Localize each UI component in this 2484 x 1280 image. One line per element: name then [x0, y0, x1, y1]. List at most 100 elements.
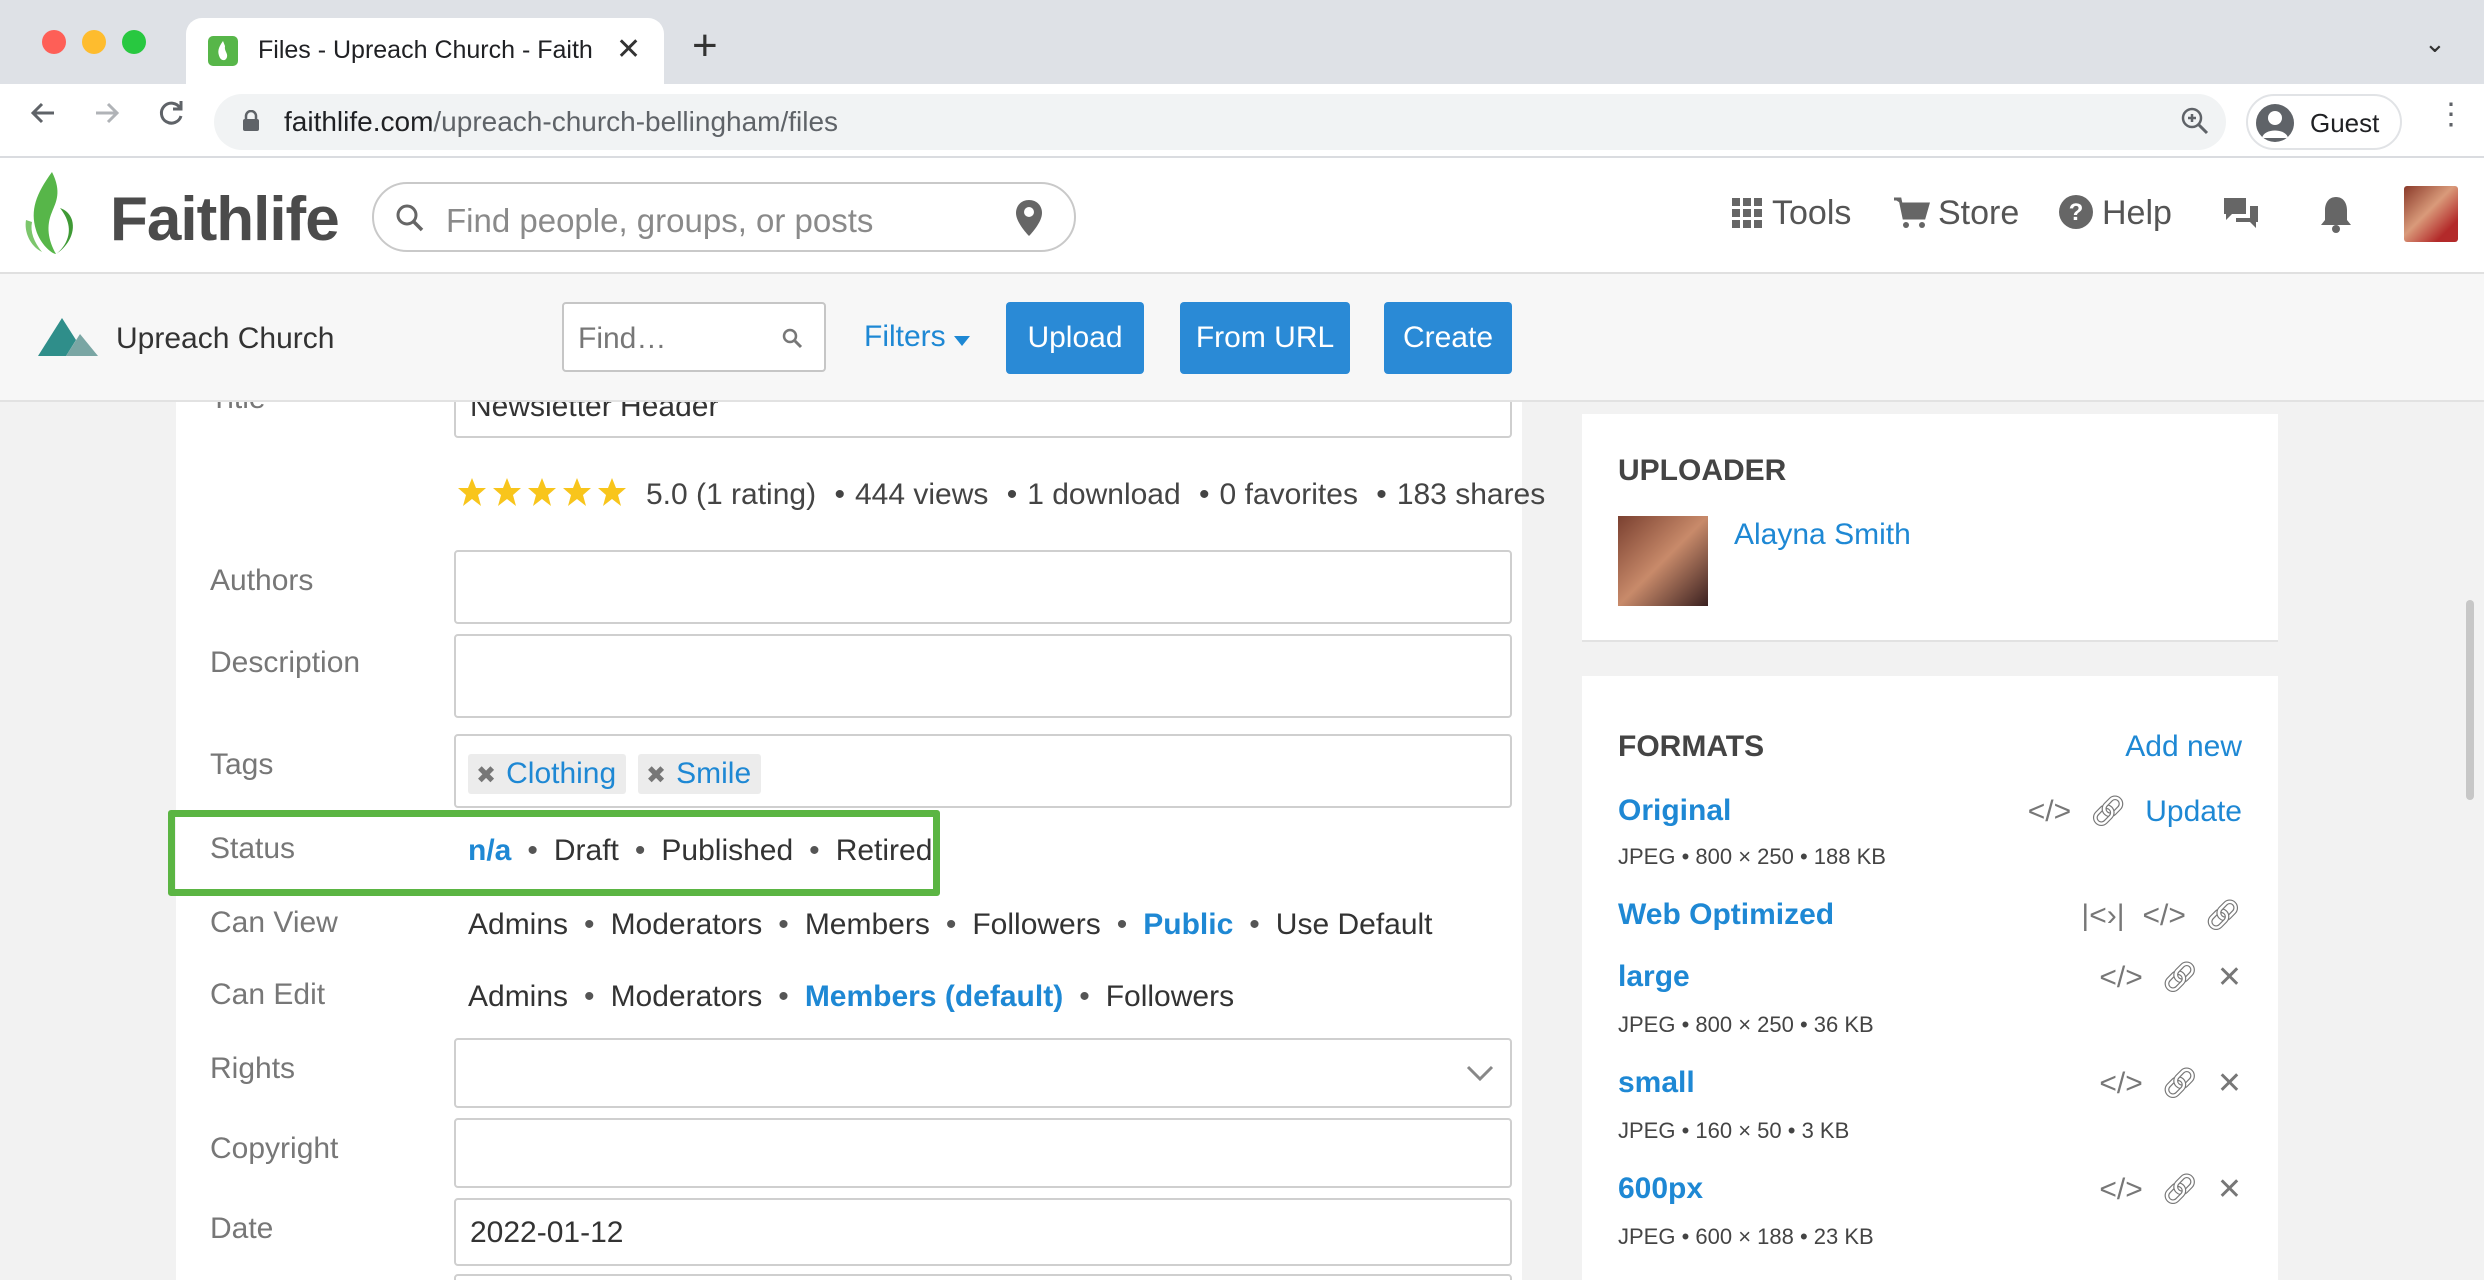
format-actions: </> 🔗︎ ✕ — [2081, 1172, 2242, 1207]
format-name[interactable]: Original — [1618, 794, 1731, 828]
can-edit-label: Can Edit — [210, 978, 326, 1011]
can-view-option-admins[interactable]: Admins — [468, 908, 568, 941]
format-meta: JPEG • 600 × 188 • 23 KB — [1618, 1224, 1874, 1249]
date-label: Date — [210, 1212, 274, 1245]
user-avatar[interactable] — [2404, 186, 2458, 242]
browser-menu-icon[interactable]: ⋮ — [2436, 100, 2466, 130]
link-icon[interactable]: 🔗︎ — [2161, 1067, 2199, 1100]
copyright-field[interactable] — [454, 1118, 1512, 1188]
date-value: 2022-01-12 — [470, 1216, 624, 1249]
next-field[interactable] — [454, 1274, 1512, 1280]
tools-menu[interactable]: Tools — [1730, 194, 1851, 238]
create-button[interactable]: Create — [1384, 302, 1512, 374]
store-menu[interactable]: Store — [1892, 194, 2019, 238]
tags-label: Tags — [210, 748, 274, 781]
can-view-option-members[interactable]: Members — [805, 908, 930, 941]
uploader-avatar[interactable] — [1618, 516, 1708, 606]
format-name[interactable]: small — [1618, 1066, 1695, 1100]
caret-down-icon — [954, 336, 971, 346]
delete-format-icon[interactable]: ✕ — [2217, 1173, 2242, 1206]
from-url-button[interactable]: From URL — [1180, 302, 1350, 374]
filters-dropdown[interactable]: Filters — [864, 320, 971, 354]
embed-responsive-icon[interactable]: |<›| — [2081, 899, 2124, 932]
can-edit-option-followers[interactable]: Followers — [1106, 980, 1234, 1013]
status-highlight-box — [168, 810, 940, 896]
church-name[interactable]: Upreach Church — [116, 322, 334, 356]
forward-arrow-icon[interactable] — [90, 96, 124, 136]
tag-label: Smile — [676, 757, 752, 790]
help-menu[interactable]: ? Help — [2058, 194, 2172, 238]
downloads-count: 1 download — [1027, 478, 1181, 511]
can-view-option-moderators[interactable]: Moderators — [611, 908, 763, 941]
can-edit-option-admins[interactable]: Admins — [468, 980, 568, 1013]
zoom-icon[interactable] — [2178, 104, 2212, 143]
minimize-window-button[interactable] — [82, 30, 106, 54]
link-icon[interactable]: 🔗︎ — [2161, 1173, 2199, 1206]
can-edit-option-members[interactable]: Members (default) — [805, 980, 1063, 1013]
views-count: 444 views — [854, 478, 989, 511]
format-name[interactable]: Web Optimized — [1618, 898, 1834, 932]
uploader-name[interactable]: Alayna Smith — [1734, 518, 1911, 552]
format-name[interactable]: large — [1618, 960, 1690, 994]
global-search[interactable] — [372, 182, 1076, 252]
reload-icon[interactable] — [154, 96, 188, 136]
help-label: Help — [2102, 194, 2172, 232]
copyright-label: Copyright — [210, 1132, 339, 1165]
remove-tag-icon[interactable]: ✖ — [476, 762, 496, 789]
profile-button[interactable]: Guest — [2246, 94, 2402, 150]
embed-code-icon[interactable]: </> — [2028, 795, 2071, 828]
can-view-option-public[interactable]: Public — [1143, 908, 1233, 941]
embed-code-icon[interactable]: </> — [2143, 899, 2186, 932]
upload-button[interactable]: Upload — [1006, 302, 1144, 374]
close-window-button[interactable] — [42, 30, 66, 54]
remove-tag-icon[interactable]: ✖ — [646, 762, 666, 789]
uploader-card: UPLOADER Alayna Smith — [1582, 414, 2278, 642]
svg-text:?: ? — [2069, 199, 2084, 226]
messages-button[interactable] — [2220, 194, 2270, 238]
link-icon[interactable]: 🔗︎ — [2089, 795, 2127, 828]
browser-tab-bar: Files - Upreach Church - Faithlife ✕ + ⌄ — [0, 0, 2484, 84]
authors-field[interactable] — [454, 550, 1512, 624]
tab-search-chevron-icon[interactable]: ⌄ — [2424, 28, 2446, 59]
embed-code-icon[interactable]: </> — [2099, 1173, 2142, 1206]
embed-code-icon[interactable]: </> — [2099, 961, 2142, 994]
location-pin-icon[interactable] — [1014, 198, 1044, 238]
back-arrow-icon[interactable] — [26, 96, 60, 136]
description-label: Description — [210, 646, 361, 679]
rights-label: Rights — [210, 1052, 296, 1085]
format-name[interactable]: 600px — [1618, 1172, 1703, 1206]
embed-code-icon[interactable]: </> — [2099, 1067, 2142, 1100]
can-view-option-followers[interactable]: Followers — [972, 908, 1100, 941]
date-field[interactable]: 2022-01-12 — [454, 1198, 1512, 1266]
global-search-input[interactable] — [446, 202, 1006, 240]
address-bar[interactable]: faithlife.com/upreach-church-bellingham/… — [214, 94, 2226, 150]
link-icon[interactable]: 🔗︎ — [2161, 961, 2199, 994]
format-meta: JPEG • 800 × 250 • 36 KB — [1618, 1012, 1874, 1037]
page-scrollbar[interactable] — [2466, 600, 2474, 800]
rights-select[interactable] — [454, 1038, 1512, 1108]
title-row: Title Newsletter Header — [176, 402, 1522, 438]
add-new-format-link[interactable]: Add new — [2125, 730, 2242, 764]
description-field[interactable] — [454, 634, 1512, 718]
update-format-link[interactable]: Update — [2145, 795, 2242, 828]
title-field[interactable]: Newsletter Header — [454, 402, 1512, 438]
tag-chip[interactable]: ✖ Smile — [638, 754, 762, 794]
uploader-heading: UPLOADER — [1618, 454, 1787, 487]
can-edit-option-moderators[interactable]: Moderators — [611, 980, 763, 1013]
tag-chip[interactable]: ✖ Clothing — [468, 754, 627, 794]
link-icon[interactable]: 🔗︎ — [2204, 899, 2242, 932]
faithlife-logo[interactable]: Faithlife — [22, 168, 340, 265]
delete-format-icon[interactable]: ✕ — [2217, 1067, 2242, 1100]
file-find-input[interactable] — [578, 322, 778, 356]
tags-field[interactable]: ✖ Clothing ✖ Smile — [454, 734, 1512, 808]
notifications-button[interactable] — [2318, 194, 2362, 238]
format-meta: JPEG • 800 × 250 • 188 KB — [1618, 844, 1886, 869]
tab-close-icon[interactable]: ✕ — [616, 32, 641, 67]
filters-label: Filters — [864, 320, 946, 353]
delete-format-icon[interactable]: ✕ — [2217, 961, 2242, 994]
file-find-box[interactable] — [562, 302, 826, 372]
browser-tab-active[interactable]: Files - Upreach Church - Faithlife ✕ — [186, 18, 664, 84]
maximize-window-button[interactable] — [122, 30, 146, 54]
new-tab-icon[interactable]: + — [692, 24, 718, 68]
can-view-option-use-default[interactable]: Use Default — [1276, 908, 1433, 941]
